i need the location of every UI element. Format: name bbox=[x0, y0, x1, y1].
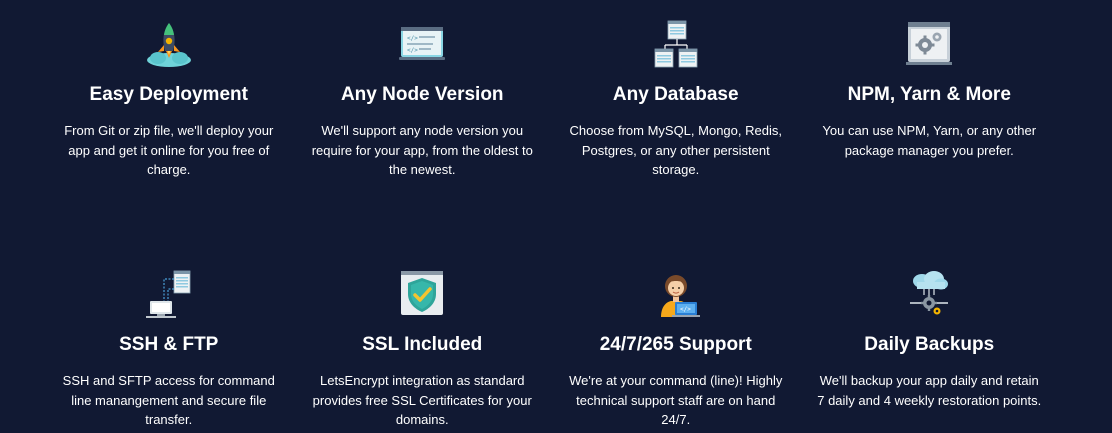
feature-description: SSH and SFTP access for command line man… bbox=[62, 373, 275, 427]
feature-title: 24/7/265 Support bbox=[599, 334, 752, 355]
feature-description: We'll support any node version you requi… bbox=[311, 123, 533, 177]
feature-ssh-ftp: SSH & FTP SSH and SFTP access for comman… bbox=[42, 250, 296, 433]
code-window-icon: </> </> bbox=[399, 27, 446, 60]
svg-text:</>: </> bbox=[680, 306, 691, 313]
feature-description: From Git or zip file, we'll deploy your … bbox=[64, 123, 274, 177]
feature-npm-yarn-more: NPM, Yarn & More You can use NPM, Yarn, … bbox=[803, 0, 1057, 250]
svg-text:</>: </> bbox=[407, 35, 418, 42]
feature-any-database: Any Database Choose from MySQL, Mongo, R… bbox=[549, 0, 803, 250]
feature-ssl-included: SSL Included LetsEncrypt integration as … bbox=[296, 250, 550, 433]
feature-daily-backups: Daily Backups We'll backup your app dail… bbox=[803, 250, 1057, 433]
feature-support: </> 24/7/265 Support We're at your comma… bbox=[549, 250, 803, 433]
feature-description: We're at your command (line)! Highly tec… bbox=[569, 373, 783, 427]
feature-title: Any Node Version bbox=[340, 84, 504, 105]
database-icon bbox=[654, 20, 698, 68]
feature-title: Daily Backups bbox=[864, 334, 995, 355]
feature-description: We'll backup your app daily and retain 7… bbox=[817, 373, 1042, 408]
shield-check-icon bbox=[401, 271, 444, 315]
package-gear-icon bbox=[906, 22, 953, 65]
support-person-icon: </> bbox=[660, 275, 700, 317]
feature-title: NPM, Yarn & More bbox=[847, 84, 1011, 105]
feature-any-node-version: </> </> Any Node Version We'll support a… bbox=[296, 0, 550, 250]
feature-title: Easy Deployment bbox=[89, 84, 248, 105]
features-grid: Easy Deployment From Git or zip file, we… bbox=[42, 0, 1056, 433]
feature-description: LetsEncrypt integration as standard prov… bbox=[312, 373, 532, 427]
ssh-ftp-icon bbox=[145, 270, 191, 318]
feature-description: Choose from MySQL, Mongo, Redis, Postgre… bbox=[569, 123, 782, 177]
feature-title: Any Database bbox=[612, 84, 739, 105]
feature-description: You can use NPM, Yarn, or any other pack… bbox=[822, 123, 1037, 158]
cloud-backup-icon bbox=[910, 271, 949, 315]
rocket-icon bbox=[146, 23, 191, 67]
feature-title: SSL Included bbox=[362, 334, 483, 355]
feature-easy-deployment: Easy Deployment From Git or zip file, we… bbox=[42, 0, 296, 250]
svg-text:</>: </> bbox=[407, 47, 418, 54]
feature-title: SSH & FTP bbox=[119, 334, 219, 355]
